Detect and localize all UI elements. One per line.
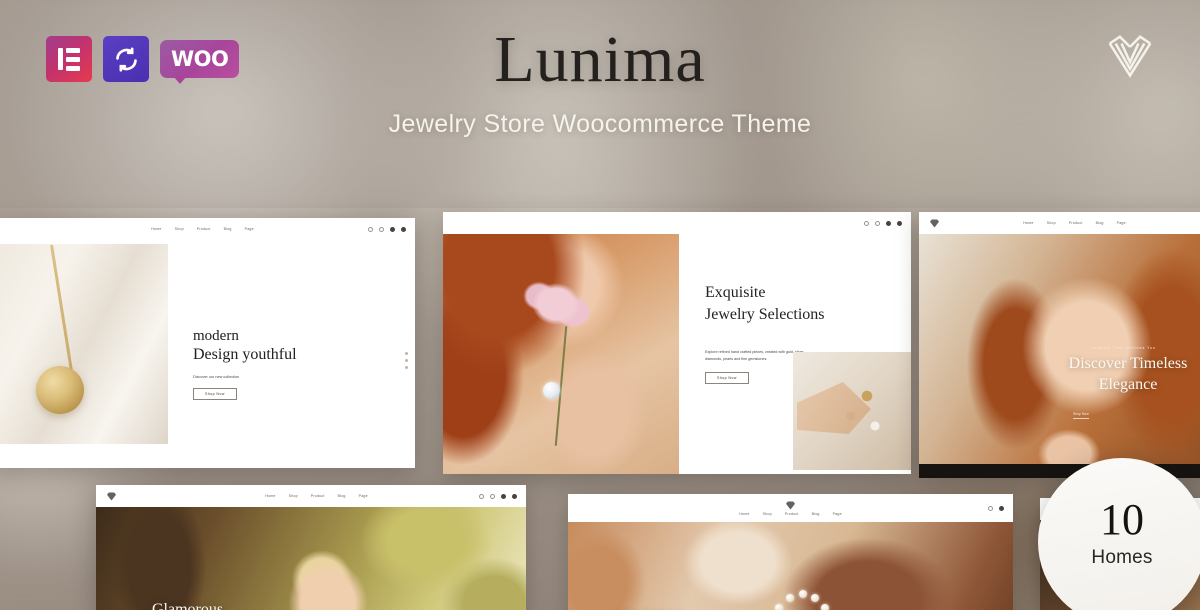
woocommerce-label: WOO <box>171 47 229 71</box>
mockup3-shop-button[interactable]: Shop Now <box>1073 412 1089 419</box>
mockup3-navbar[interactable]: Home Shop Product Blog Page <box>919 212 1200 234</box>
mockup1-subtext: Discover our new collection <box>193 374 240 379</box>
user-icon[interactable] <box>379 226 384 232</box>
mockup1-slider-dots[interactable] <box>405 352 408 369</box>
nav-item-home[interactable]: Home <box>1023 221 1033 225</box>
nav-item-blog[interactable]: Blog <box>1096 221 1104 225</box>
search-icon[interactable] <box>368 226 373 232</box>
search-icon[interactable] <box>988 505 993 511</box>
nav-item-page[interactable]: Page <box>245 227 254 231</box>
promo-canvas: WOO Lunima Jewelry Store Woocommerce The… <box>0 0 1200 610</box>
mockup4-body: Glamorous <box>96 507 526 610</box>
mockup4-heading: Glamorous <box>152 601 224 610</box>
mockup2-nav-icons[interactable] <box>864 220 902 226</box>
mockup1-heading-line2: Design youthful <box>193 346 297 364</box>
mockup3-body: Jewelry That Defines You Discover Timele… <box>919 234 1200 478</box>
nav-item-page[interactable]: Page <box>1117 221 1126 225</box>
model-with-flower-photo <box>443 234 679 474</box>
mockup1-heading-line1: modern <box>193 328 239 344</box>
nav-item-blog[interactable]: Blog <box>224 227 232 231</box>
diamond-logo-icon <box>929 218 940 228</box>
wishlist-icon[interactable] <box>886 220 891 226</box>
search-icon[interactable] <box>864 220 869 226</box>
mockup-glamorous-outdoor[interactable]: Home Shop Product Blog Page Glamorous <box>96 485 526 610</box>
page-subtitle: Jewelry Store Woocommerce Theme <box>388 110 812 138</box>
homes-count-badge: 10 Homes <box>1038 458 1200 610</box>
homes-label: Homes <box>1091 546 1153 568</box>
mockup3-nav-links[interactable]: Home Shop Product Blog Page <box>1023 221 1126 225</box>
hero-section: WOO Lunima Jewelry Store Woocommerce The… <box>0 0 1200 208</box>
nav-item-product[interactable]: Product <box>197 227 211 231</box>
wishlist-icon[interactable] <box>390 226 395 232</box>
search-icon[interactable] <box>479 493 484 499</box>
mockup2-heading-line2: Jewelry Selections <box>705 305 825 323</box>
homes-count: 10 <box>1100 494 1144 544</box>
hand-shape <box>797 382 871 434</box>
nav-item-shop[interactable]: Shop <box>289 494 298 498</box>
mockup1-nav-icons[interactable] <box>368 226 406 232</box>
mockup1-copy: modern Design youthful Discover our new … <box>193 328 393 400</box>
mockup-discover-timeless-elegance[interactable]: Home Shop Product Blog Page Jewelry That… <box>919 212 1200 478</box>
blonde-model-autumn-photo <box>96 507 526 610</box>
mockup5-nav-icons[interactable] <box>988 505 1004 511</box>
cart-icon[interactable] <box>512 493 517 499</box>
nav-item-home[interactable]: Home <box>739 512 749 516</box>
cart-icon[interactable] <box>401 226 406 232</box>
nav-item-page[interactable]: Page <box>359 494 368 498</box>
nav-item-home[interactable]: Home <box>151 227 161 231</box>
mockup-glamorous-pearls[interactable]: Home Shop Product Blog Page <box>568 494 1013 610</box>
cart-icon[interactable] <box>897 220 902 226</box>
nav-item-product[interactable]: Product <box>311 494 325 498</box>
mockup2-heading-line1: Exquisite <box>705 284 766 301</box>
mockup1-shop-button[interactable]: Shop Now <box>193 387 237 400</box>
user-icon[interactable] <box>490 493 495 499</box>
nav-item-product[interactable]: Product <box>1069 221 1083 225</box>
mockup2-body: Exquisite Jewelry Selections Explore ref… <box>443 234 911 474</box>
nav-item-home[interactable]: Home <box>265 494 275 498</box>
diamond-logo-icon <box>106 491 117 501</box>
nav-item-page[interactable]: Page <box>833 512 842 516</box>
jewelry-product-photo <box>793 352 911 470</box>
nav-item-product[interactable]: Product <box>785 512 799 516</box>
mockup5-body: Glamorous <box>568 522 1013 610</box>
mockup2-navbar[interactable] <box>443 212 911 234</box>
mockup-exquisite-jewelry-selections[interactable]: Exquisite Jewelry Selections Explore ref… <box>443 212 911 474</box>
mockup1-nav-links[interactable]: Home Shop Product Blog Page <box>151 227 254 231</box>
mockup4-nav-icons[interactable] <box>479 493 517 499</box>
diamond-logo-icon <box>1103 30 1157 84</box>
user-icon[interactable] <box>875 220 880 226</box>
mockup1-body: modern Design youthful Discover our new … <box>0 240 415 468</box>
mockup3-heading-line2: Elegance <box>1098 375 1158 393</box>
mockup-modern-design-youthful[interactable]: Home Shop Product Blog Page modern Desig… <box>0 218 415 468</box>
mockup3-heading: Discover Timeless Elegance <box>1037 354 1200 396</box>
nav-item-shop[interactable]: Shop <box>763 512 772 516</box>
cart-icon[interactable] <box>999 505 1004 511</box>
nav-item-blog[interactable]: Blog <box>338 494 346 498</box>
diamond-ring <box>543 382 560 399</box>
nav-item-shop[interactable]: Shop <box>1047 221 1056 225</box>
necklace-chain <box>50 244 73 372</box>
mockup3-eyebrow: Jewelry That Defines You <box>1091 346 1157 350</box>
mockup5-navbar[interactable]: Home Shop Product Blog Page <box>568 494 1013 522</box>
mockup5-nav-links[interactable]: Home Shop Product Blog Page <box>739 512 842 516</box>
mockup1-navbar[interactable]: Home Shop Product Blog Page <box>0 218 415 240</box>
wishlist-icon[interactable] <box>501 493 506 499</box>
nav-item-blog[interactable]: Blog <box>812 512 820 516</box>
pearl-cluster <box>766 588 836 610</box>
nav-item-shop[interactable]: Shop <box>175 227 184 231</box>
pendant-necklace-photo <box>0 244 168 444</box>
gold-pendant <box>36 366 84 414</box>
diamond-logo-icon <box>785 500 796 510</box>
mockup-grid: Home Shop Product Blog Page modern Desig… <box>0 208 1200 610</box>
mockup4-nav-links[interactable]: Home Shop Product Blog Page <box>265 494 368 498</box>
mockup4-navbar[interactable]: Home Shop Product Blog Page <box>96 485 526 507</box>
mockup2-shop-button[interactable]: Shop Now <box>705 371 749 384</box>
mockup3-heading-line1: Discover Timeless <box>1068 355 1188 372</box>
